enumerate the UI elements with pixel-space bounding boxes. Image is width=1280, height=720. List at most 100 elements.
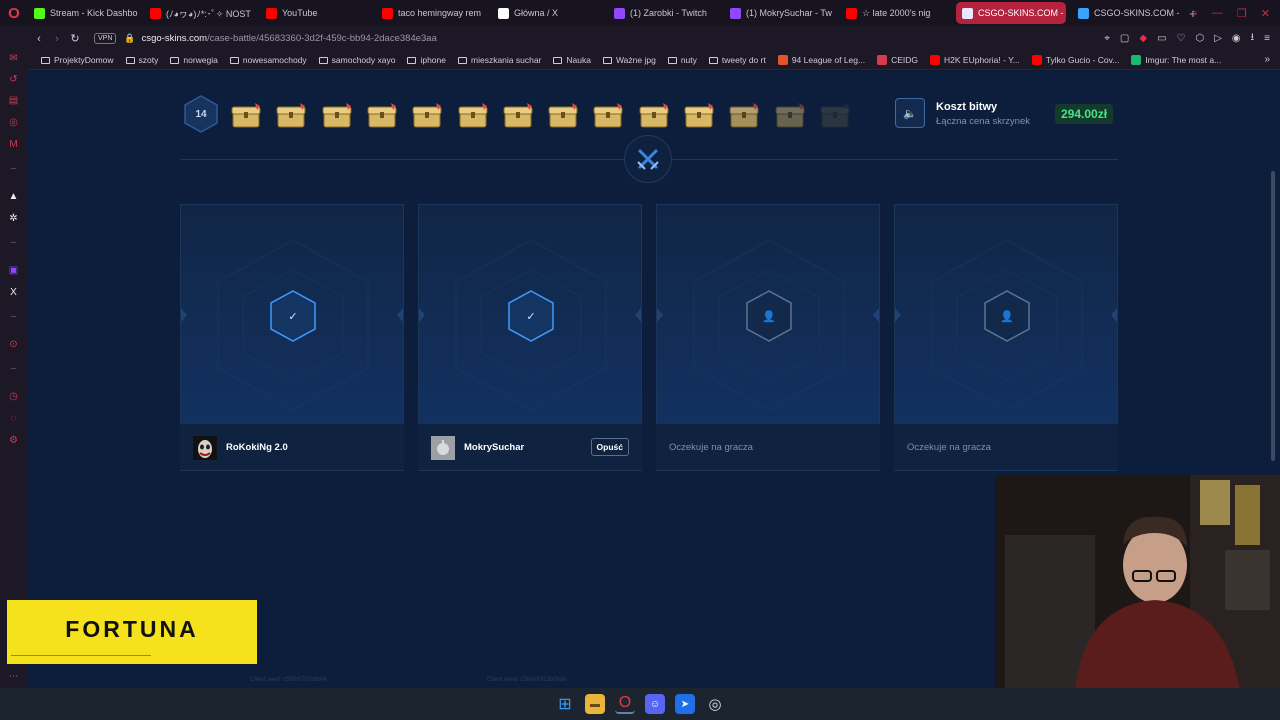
case-chest-icon[interactable] — [366, 101, 398, 129]
download-icon[interactable]: ⭳ — [1251, 30, 1255, 47]
bookmark-item[interactable]: nuty — [662, 55, 703, 65]
sound-toggle-button[interactable]: 🔈 — [895, 98, 925, 128]
bookmark-item[interactable]: iphone — [401, 55, 452, 65]
maximize-icon[interactable]: ❐ — [1237, 7, 1247, 20]
case-chest-icon[interactable] — [592, 101, 624, 129]
opera-taskbar-icon[interactable]: O — [615, 694, 635, 714]
snapshot-icon[interactable]: ▢ — [1120, 33, 1129, 44]
bookmark-label: Nauka — [566, 55, 591, 65]
case-chest-icon[interactable] — [230, 101, 262, 129]
obs-icon[interactable]: ◎ — [705, 694, 725, 714]
cost-title: Koszt bitwy — [936, 101, 998, 113]
forward-icon[interactable]: › — [48, 33, 66, 45]
browser-tab[interactable]: (1) MokrySuchar - Tw — [724, 2, 834, 24]
search-tabs-icon[interactable]: ⌕ — [1192, 7, 1198, 20]
browser-tab[interactable]: (1) Zarobki - Twitch — [608, 2, 718, 24]
url-field[interactable]: csgo-skins.com/case-battle/45683360-3d2f… — [142, 33, 437, 44]
extensions-icon[interactable]: ⬡ — [1195, 33, 1204, 44]
sidebar-x-icon[interactable]: X — [7, 286, 20, 299]
sidebar-chatgpt-icon[interactable]: ✲ — [7, 212, 20, 225]
client-seed-1: Client seed: c5f8b97b3b6bf4 — [250, 677, 327, 683]
bookmark-item[interactable]: Tylko Gucio - Cov... — [1026, 55, 1126, 65]
bookmarks-more-icon[interactable]: » — [1264, 54, 1270, 65]
case-chest-icon[interactable] — [275, 101, 307, 129]
bookmark-item[interactable]: CEIDG — [871, 55, 924, 65]
page-scrollbar[interactable] — [1271, 171, 1275, 461]
bookmark-label: Tylko Gucio - Cov... — [1045, 55, 1120, 65]
browser-tab[interactable]: YouTube — [260, 2, 370, 24]
sidebar-wallet-icon[interactable]: ▤ — [7, 94, 20, 107]
minimize-icon[interactable]: — — [1212, 7, 1223, 19]
discord-icon[interactable]: ☺ — [645, 694, 665, 714]
browser-tab[interactable]: (ﾉ◕ヮ◕)ﾉ*:･ﾟ✧ NOST — [144, 2, 254, 24]
browser-tab[interactable]: taco hemingway rem — [376, 2, 486, 24]
bookmark-item[interactable]: szoty — [120, 55, 165, 65]
player-avatar[interactable] — [431, 436, 455, 460]
sidebar-instagram-icon[interactable]: ◎ — [7, 116, 20, 129]
player-slot[interactable]: 👤 Oczekuje na gracza — [656, 204, 880, 688]
bookmark-item[interactable]: samochody xayo — [313, 55, 402, 65]
browser-tab[interactable]: CSGO-SKINS.COM - — [1072, 2, 1182, 24]
bookmark-item[interactable]: Nauka — [547, 55, 597, 65]
close-window-icon[interactable]: ✕ — [1261, 7, 1270, 20]
back-icon[interactable]: ‹ — [30, 33, 48, 45]
windows-start-icon[interactable]: ⊞ — [555, 694, 575, 714]
sidebar-history-icon[interactable]: ↺ — [7, 73, 20, 86]
messenger-icon[interactable]: ➤ — [675, 694, 695, 714]
opera-menu-icon[interactable]: O — [0, 0, 28, 26]
sidebar-messenger-icon[interactable]: ◌ — [7, 412, 20, 425]
sidebar-mail-icon[interactable]: ✉ — [7, 52, 20, 65]
file-explorer-icon[interactable]: ▬ — [585, 694, 605, 714]
bookmark-item[interactable]: Imgur: The most a... — [1125, 55, 1227, 65]
case-chest-icon[interactable] — [547, 101, 579, 129]
sidebar-twitch-icon[interactable]: ▣ — [7, 264, 20, 277]
browser-tab[interactable]: ☆ late 2000's nig — [840, 2, 950, 24]
reload-icon[interactable]: ↻ — [66, 32, 84, 45]
case-chest-icon[interactable] — [411, 101, 443, 129]
shield-icon[interactable]: ◆ — [1139, 33, 1147, 44]
sidebar-more-icon[interactable]: ⋯ — [7, 670, 20, 683]
wallet-icon[interactable]: ▭ — [1157, 33, 1166, 44]
sidebar-clock-icon[interactable]: ◷ — [7, 390, 20, 403]
browser-tab[interactable]: Stream - Kick Dashbo — [28, 2, 138, 24]
fortuna-ad-banner[interactable]: FORTUNA — [7, 600, 257, 664]
bookmark-item[interactable]: 94 League of Leg... — [772, 55, 871, 65]
vpn-badge[interactable]: VPN — [94, 33, 117, 44]
easy-setup-icon[interactable]: ≡ — [1264, 33, 1270, 44]
browser-tab[interactable]: Główna / X — [492, 2, 602, 24]
slot-left-arrow-icon — [419, 308, 425, 322]
case-chest-icon[interactable] — [819, 101, 851, 129]
slot-case-area: ✓ — [180, 204, 404, 424]
case-chest-icon[interactable] — [457, 101, 489, 129]
browser-tab[interactable]: CSGO-SKINS.COM - Naj — [956, 2, 1066, 24]
cost-subtitle: Łączna cena skrzynek — [936, 116, 1030, 127]
play-icon[interactable]: ▷ — [1214, 33, 1222, 44]
case-chest-icon[interactable] — [321, 101, 353, 129]
bookmark-item[interactable]: tweety do rt — [703, 55, 772, 65]
pin-icon[interactable]: ⌖ — [1104, 33, 1110, 44]
bookmark-item[interactable]: Ważne jpg — [597, 55, 662, 65]
heart-icon[interactable]: ♡ — [1177, 33, 1186, 44]
case-chest-icon[interactable] — [638, 101, 670, 129]
case-chest-icon[interactable] — [728, 101, 760, 129]
bookmark-item[interactable]: mieszkania suchar — [452, 55, 547, 65]
case-chest-icon[interactable] — [683, 101, 715, 129]
bookmark-label: Ważne jpg — [615, 55, 656, 65]
profile-icon[interactable]: ◉ — [1232, 33, 1241, 44]
sidebar-aria-icon[interactable]: ▲ — [7, 190, 20, 203]
player-avatar[interactable] — [193, 436, 217, 460]
tab-favicon-icon — [614, 7, 625, 19]
bookmark-item[interactable]: H2K EUphoria! - Y... — [924, 55, 1026, 65]
case-chest-icon[interactable] — [502, 101, 534, 129]
leave-battle-button[interactable]: Opuść — [590, 438, 629, 456]
bookmark-item[interactable]: norwegia — [164, 55, 224, 65]
lock-icon[interactable]: 🔒 — [124, 33, 135, 44]
case-chest-icon[interactable] — [774, 101, 806, 129]
bookmark-item[interactable]: ProjektyDomow — [35, 55, 120, 65]
bookmark-item[interactable]: nowesamochody — [224, 55, 313, 65]
tab-label: YouTube — [282, 8, 318, 18]
sidebar-settings-icon[interactable]: ⚙ — [7, 434, 20, 447]
sidebar-gmail-icon[interactable]: M — [7, 138, 20, 151]
opera-sidebar: ✉ ↺ ▤ ◎ M – ▲ ✲ – ▣ X – ⊙ – ◷ ◌ ⚙ ⋯ — [0, 40, 27, 690]
sidebar-player-icon[interactable]: ⊙ — [7, 338, 20, 351]
